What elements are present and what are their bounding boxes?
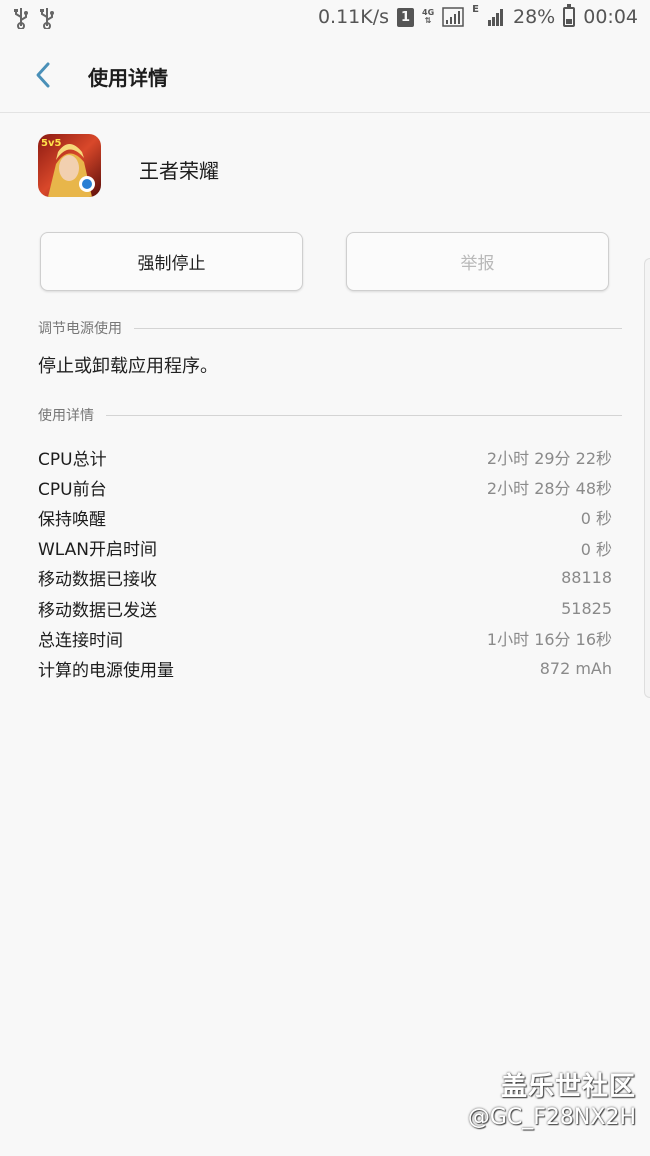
app-name: 王者荣耀 [139,159,219,183]
row-label: 移动数据已发送 [38,600,157,621]
row-value: 2小时 28分 48秒 [486,479,612,499]
app-bar: 使用详情 [0,38,650,113]
signal-bars-icon [488,9,503,26]
row-value: 1小时 16分 16秒 [486,630,612,650]
usage-row-mobile-sent: 移动数据已发送 51825 [38,593,612,623]
battery-icon [563,4,576,27]
row-value: 0 秒 [580,539,612,559]
back-arrow-icon[interactable] [30,60,56,90]
usage-row-cpu-foreground: CPU前台 2小时 28分 48秒 [38,472,612,502]
watermark-user: @GC_F28NX2H [467,1105,636,1130]
section-label: 调节电源使用 [38,321,122,337]
row-value: 51825 [561,598,612,618]
row-value: 0 秒 [580,509,612,529]
page-title: 使用详情 [88,66,168,90]
row-label: 保持唤醒 [38,509,106,530]
status-indicators: 0.11K/s 1 4G ⇅ E 28% 00:04 [317,4,638,28]
network-e-label: E [472,4,479,15]
row-label: 总连接时间 [38,630,123,651]
row-label: CPU总计 [38,449,107,470]
app-info: 5v5 王者荣耀 [38,134,618,200]
clock: 00:04 [583,6,638,28]
sim-icon: 1 [397,7,415,27]
watermark-site: 盖乐世社区 [500,1072,636,1102]
usage-row-keep-awake: 保持唤醒 0 秒 [38,502,612,532]
row-label: 移动数据已接收 [38,570,157,591]
section-header-power: 调节电源使用 [38,317,622,339]
status-bar: 0.11K/s 1 4G ⇅ E 28% 00:04 [0,0,650,38]
notification-icons [12,7,56,29]
signal-icon [442,7,464,27]
force-stop-button[interactable]: 强制停止 [40,232,303,291]
network-4g-label: 4G ⇅ [422,8,435,25]
usage-row-wlan-on: WLAN开启时间 0 秒 [38,533,612,563]
row-label: WLAN开启时间 [38,540,158,561]
svg-text:5v5: 5v5 [41,138,61,149]
row-label: CPU前台 [38,479,107,500]
row-value: 88118 [561,568,612,588]
row-label: 计算的电源使用量 [38,660,174,681]
usage-row-connection-time: 总连接时间 1小时 16分 16秒 [38,623,612,653]
report-button[interactable]: 举报 [346,232,609,291]
row-value: 872 mAh [539,658,612,678]
section-divider [134,327,622,329]
usage-details-list: CPU总计 2小时 29分 22秒 CPU前台 2小时 28分 48秒 保持唤醒… [38,442,612,684]
usage-row-mobile-received: 移动数据已接收 88118 [38,563,612,593]
power-description[interactable]: 停止或卸载应用程序。 [38,352,218,378]
section-header-usage: 使用详情 [38,404,622,426]
usage-row-cpu-total: CPU总计 2小时 29分 22秒 [38,442,612,472]
section-divider [106,414,622,416]
row-value: 2小时 29分 22秒 [486,449,612,469]
battery-percent: 28% [513,6,556,28]
usb-icon [40,8,54,29]
section-label: 使用详情 [38,408,94,424]
app-icon: 5v5 [38,134,101,197]
net-speed: 0.11K/s [317,6,390,28]
scroll-edge-handle[interactable] [644,258,650,698]
usb-icon [14,8,28,29]
usage-row-power-used: 计算的电源使用量 872 mAh [38,653,612,683]
